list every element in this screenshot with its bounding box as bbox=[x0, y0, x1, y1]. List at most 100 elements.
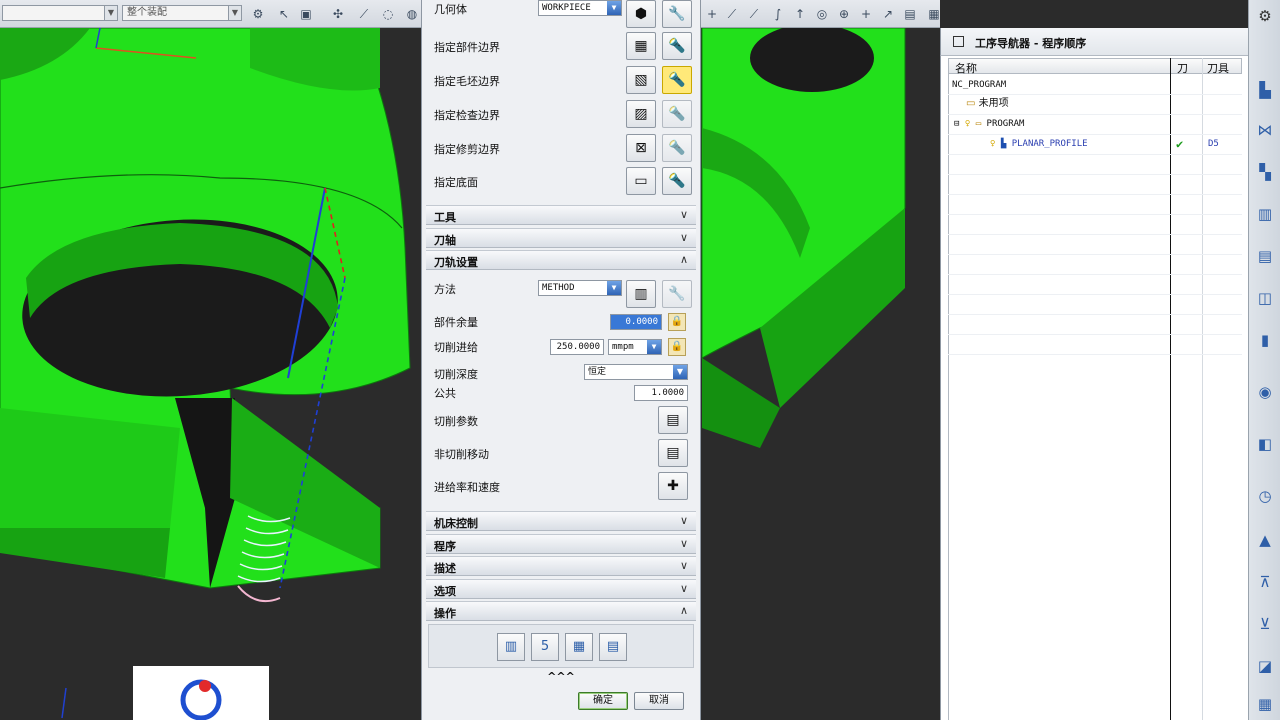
section-program[interactable]: 程序 ∨ bbox=[426, 534, 696, 554]
tree-node-planar-profile[interactable]: ♀ ▙ PLANAR_PROFILE bbox=[990, 135, 1088, 153]
folder-icon: ▭ bbox=[966, 98, 976, 109]
section-tool-axis[interactable]: 刀轴 ∨ bbox=[426, 228, 696, 248]
section-machine-control[interactable]: 机床控制 ∨ bbox=[426, 511, 696, 531]
section-tool[interactable]: 工具 ∨ bbox=[426, 205, 696, 225]
lock-icon[interactable]: 🔒 bbox=[668, 338, 686, 356]
snap-scope-select[interactable]: 整个装配 ▼ bbox=[122, 5, 242, 21]
visualization-icon[interactable]: ▲ bbox=[1253, 528, 1277, 552]
filter-icon[interactable]: ▣ bbox=[298, 6, 314, 22]
plus-icon[interactable]: + bbox=[704, 6, 720, 22]
non-cut-moves-button[interactable]: ▤ bbox=[658, 439, 688, 467]
cut-depth-select[interactable]: 恒定 ▼ bbox=[584, 364, 688, 380]
method-select[interactable]: METHOD ▼ bbox=[538, 280, 622, 296]
list-button[interactable]: ▤ bbox=[599, 633, 627, 661]
pin-icon[interactable] bbox=[953, 36, 964, 47]
verify-icon: ▦ bbox=[572, 639, 586, 654]
row-divider bbox=[948, 294, 1242, 295]
palette-icon[interactable]: ◪ bbox=[1253, 654, 1277, 678]
constraint-navigator-icon[interactable]: ⋈ bbox=[1253, 118, 1277, 142]
arc-icon[interactable]: ◌ bbox=[380, 6, 396, 22]
collapse-icon[interactable]: ⊟ bbox=[954, 119, 959, 129]
show-check-boundary-button[interactable]: 🔦 bbox=[662, 100, 692, 128]
tree-node-nc-program[interactable]: NC_PROGRAM bbox=[952, 76, 1006, 94]
new-geometry-button[interactable]: ⬢ bbox=[626, 0, 656, 28]
lock-icon[interactable]: 🔒 bbox=[668, 313, 686, 331]
row-divider bbox=[948, 234, 1242, 235]
ok-button[interactable]: 确定 bbox=[578, 692, 628, 710]
verify-button[interactable]: ▦ bbox=[565, 633, 593, 661]
circle-icon[interactable]: ◍ bbox=[404, 6, 420, 22]
line-icon[interactable]: ⟋ bbox=[746, 6, 762, 22]
machine-tool-navigator-icon[interactable]: ▤ bbox=[1253, 244, 1277, 268]
part-boundary-label: 指定部件边界 bbox=[434, 41, 500, 54]
navigator-title-bar: 工序导航器 - 程序顺序 bbox=[940, 28, 1248, 56]
point-icon[interactable]: ✣ bbox=[330, 6, 346, 22]
row-divider bbox=[948, 134, 1242, 135]
selection-icon[interactable]: ↖ bbox=[276, 6, 292, 22]
common-label: 公共 bbox=[434, 387, 456, 400]
status-check-icon: ✔ bbox=[1176, 137, 1184, 151]
history-icon[interactable]: ◷ bbox=[1253, 484, 1277, 508]
process-icon[interactable]: ▦ bbox=[1253, 692, 1277, 716]
section-description[interactable]: 描述 ∨ bbox=[426, 556, 696, 576]
show-floor-button[interactable]: 🔦 bbox=[662, 167, 692, 195]
common-input[interactable]: 1.0000 bbox=[634, 385, 688, 401]
edit-geometry-button[interactable]: 🔧 bbox=[662, 0, 692, 28]
arrow-up-icon[interactable]: ↑ bbox=[792, 6, 808, 22]
replay-button[interactable]: 5 bbox=[531, 633, 559, 661]
generate-button[interactable]: ▥ bbox=[497, 633, 525, 661]
gear-icon[interactable]: ⚙ bbox=[1253, 4, 1277, 28]
show-part-boundary-button[interactable]: 🔦 bbox=[662, 32, 692, 60]
snap-icon[interactable]: ⚙ bbox=[250, 6, 266, 22]
show-trim-boundary-button[interactable]: 🔦 bbox=[662, 134, 692, 162]
circle-icon[interactable]: ◎ bbox=[814, 6, 830, 22]
tree-node-unused[interactable]: ▭ 未用项 bbox=[966, 95, 1009, 113]
chevron-down-icon: ∨ bbox=[679, 208, 688, 221]
tree-node-label: 未用项 bbox=[978, 98, 1009, 109]
show-blank-boundary-button[interactable]: 🔦 bbox=[662, 66, 692, 94]
chevron-down-icon: ∨ bbox=[679, 582, 688, 595]
section-options[interactable]: 选项 ∨ bbox=[426, 579, 696, 599]
section-actions[interactable]: 操作 ∧ bbox=[426, 601, 696, 621]
arc-icon[interactable]: ∫ bbox=[770, 6, 786, 22]
part-stock-input[interactable]: 0.0000 bbox=[610, 314, 662, 330]
select-check-boundary-button[interactable]: ▨ bbox=[626, 100, 656, 128]
arrow-icon[interactable]: ↗ bbox=[880, 6, 896, 22]
geometry-select[interactable]: WORKPIECE ▼ bbox=[538, 0, 622, 16]
new-method-button[interactable]: ▥ bbox=[626, 280, 656, 308]
line-icon[interactable]: ⟋ bbox=[724, 6, 740, 22]
filter-select[interactable]: ▼ bbox=[2, 5, 118, 21]
actions-tray: ▥ 5 ▦ ▤ bbox=[428, 624, 694, 668]
section-path-settings[interactable]: 刀轨设置 ∧ bbox=[426, 250, 696, 270]
flashlight-icon: 🔦 bbox=[668, 173, 686, 189]
select-trim-boundary-button[interactable]: ⊠ bbox=[626, 134, 656, 162]
system-scenes-icon[interactable]: ⊻ bbox=[1253, 612, 1277, 636]
cut-params-button[interactable]: ▤ bbox=[658, 406, 688, 434]
operation-navigator-icon[interactable]: ▥ bbox=[1253, 202, 1277, 226]
library-icon[interactable]: ▮ bbox=[1253, 328, 1277, 352]
feed-unit-select[interactable]: mmpm ▼ bbox=[608, 339, 662, 355]
plus-icon[interactable]: + bbox=[858, 6, 874, 22]
select-floor-button[interactable]: ▭ bbox=[626, 167, 656, 195]
layer-icon[interactable]: ▤ bbox=[902, 6, 918, 22]
select-blank-boundary-button[interactable]: ▧ bbox=[626, 66, 656, 94]
edit-method-button[interactable]: 🔧 bbox=[662, 280, 692, 308]
line-icon[interactable]: ⟋ bbox=[356, 6, 372, 22]
cancel-button[interactable]: 取消 bbox=[634, 692, 684, 710]
layer-icon[interactable]: ▦ bbox=[926, 6, 942, 22]
assembly-navigator-icon[interactable]: ▙ bbox=[1253, 78, 1277, 102]
cut-feed-input[interactable]: 250.0000 bbox=[550, 339, 604, 355]
web-browser-icon[interactable]: ◉ bbox=[1253, 380, 1277, 404]
roles-icon[interactable]: ⊼ bbox=[1253, 570, 1277, 594]
circle-icon[interactable]: ⊕ bbox=[836, 6, 852, 22]
collapse-dialog-button[interactable]: ^^^ bbox=[426, 670, 696, 684]
reuse-library-icon[interactable]: ◫ bbox=[1253, 286, 1277, 310]
tree-node-program[interactable]: ⊟ ♀ ▭ PROGRAM bbox=[954, 115, 1024, 133]
part-navigator-icon[interactable]: ▚ bbox=[1253, 160, 1277, 184]
row-divider bbox=[948, 174, 1242, 175]
section-machine-control-label: 机床控制 bbox=[434, 517, 478, 530]
info-icon[interactable]: ◧ bbox=[1253, 432, 1277, 456]
feeds-speeds-button[interactable]: ✚ bbox=[658, 472, 688, 500]
column-divider bbox=[1202, 58, 1203, 720]
select-part-boundary-button[interactable]: ▦ bbox=[626, 32, 656, 60]
